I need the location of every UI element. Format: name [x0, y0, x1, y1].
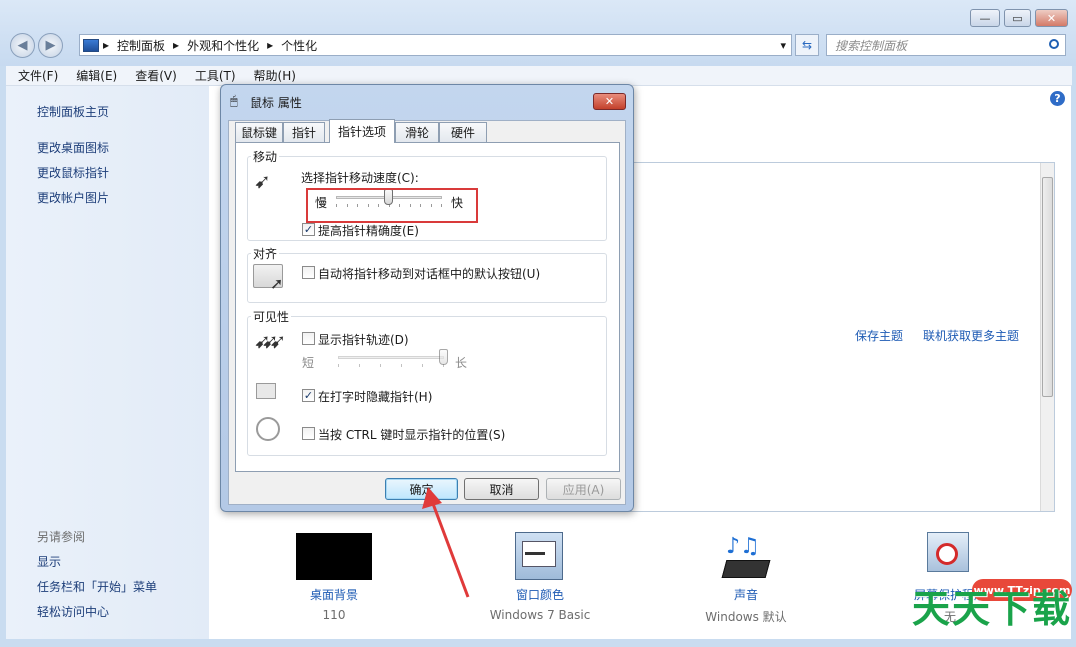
forward-arrow-icon: ▶ — [45, 38, 56, 53]
tab-pointer-options[interactable]: 指针选项 — [329, 119, 395, 143]
close-button[interactable]: ✕ — [1035, 9, 1068, 27]
snap-pointer-icon: ➚ — [270, 274, 284, 293]
link-taskbar-start-menu[interactable]: 任务栏和「开始」菜单 — [37, 578, 157, 595]
show-location-label[interactable]: 当按 CTRL 键时显示指针的位置(S) — [318, 426, 505, 443]
get-more-themes-link[interactable]: 联机获取更多主题 — [923, 327, 1019, 344]
window-color-value: Windows 7 Basic — [489, 608, 591, 622]
breadcrumb-arrow-icon[interactable]: ▸ — [103, 38, 109, 52]
back-button[interactable]: ◀ — [10, 33, 35, 58]
apply-button: 应用(A) — [546, 478, 621, 500]
link-control-panel-home[interactable]: 控制面板主页 — [37, 103, 109, 120]
explorer-titlebar — [0, 0, 1076, 66]
snap-to-checkbox[interactable] — [302, 266, 315, 279]
scrollbar-thumb[interactable] — [1042, 177, 1053, 397]
show-location-icon — [256, 417, 280, 441]
visibility-group-label: 可见性 — [251, 308, 292, 325]
address-dropdown-icon[interactable]: ▾ — [780, 39, 786, 52]
dialog-body: 鼠标键 指针 指针选项 滑轮 硬件 移动 ➹ 选择指针移动速度(C): 慢 快 … — [228, 119, 626, 505]
trails-slider-thumb — [439, 349, 448, 365]
tab-hardware[interactable]: 硬件 — [439, 122, 487, 142]
breadcrumb-arrow-icon[interactable]: ▸ — [267, 38, 273, 52]
mouse-icon: 🖱 — [230, 94, 238, 109]
trails-short-label: 短 — [302, 356, 315, 370]
visibility-group: 可见性 ➹➹➹ 显示指针轨迹(D) 短 长 ✓ 在打字时隐藏指针(H) 当按 C… — [247, 308, 607, 456]
pointer-speed-label: 选择指针移动速度(C): — [301, 171, 419, 185]
link-display[interactable]: 显示 — [37, 553, 61, 570]
theme-list-scrollbar[interactable] — [1040, 163, 1054, 511]
breadcrumb-control-panel[interactable]: 控制面板 — [117, 37, 165, 54]
link-change-account-picture[interactable]: 更改帐户图片 — [37, 189, 109, 206]
link-change-mouse-pointers[interactable]: 更改鼠标指针 — [37, 164, 109, 181]
sound-value: Windows 默认 — [705, 610, 787, 624]
search-icon[interactable] — [1049, 39, 1059, 49]
control-panel-icon — [83, 38, 99, 52]
annotation-arrow — [422, 487, 470, 598]
watermark-brand: 天天下载 — [911, 587, 1072, 631]
help-icon[interactable]: ? — [1050, 91, 1065, 106]
snap-to-label[interactable]: 自动将指针移动到对话框中的默认按钮(U) — [318, 265, 540, 282]
menu-view[interactable]: 查看(V) — [135, 67, 177, 84]
tab-pointers[interactable]: 指针 — [283, 122, 325, 142]
refresh-icon: ⇆ — [801, 38, 813, 52]
trails-slider-ticks — [338, 364, 444, 367]
highlight-box — [306, 188, 478, 223]
breadcrumb-arrow-icon[interactable]: ▸ — [173, 38, 179, 52]
search-input[interactable]: 搜索控制面板 — [826, 34, 1066, 56]
tab-buttons[interactable]: 鼠标键 — [235, 122, 283, 142]
save-theme-link[interactable]: 保存主题 — [855, 327, 903, 344]
see-also-heading: 另请参阅 — [37, 530, 86, 544]
tab-wheel[interactable]: 滑轮 — [395, 122, 439, 142]
show-location-checkbox[interactable] — [302, 427, 315, 440]
sound-link[interactable]: 声音 — [706, 586, 786, 603]
maximize-button[interactable]: ▭ — [1004, 9, 1031, 27]
precision-label[interactable]: 提高指针精确度(E) — [318, 222, 419, 239]
dialog-title: 鼠标 属性 — [250, 96, 302, 110]
motion-group-label: 移动 — [251, 148, 280, 165]
minimize-button[interactable]: — — [970, 9, 1000, 27]
window-color-link[interactable]: 窗口颜色 — [490, 586, 590, 603]
breadcrumb-appearance[interactable]: 外观和个性化 — [187, 37, 259, 54]
back-arrow-icon: ◀ — [17, 38, 28, 53]
pointer-trails-label[interactable]: 显示指针轨迹(D) — [318, 331, 409, 348]
menu-help[interactable]: 帮助(H) — [254, 67, 296, 84]
address-bar[interactable]: ▸ 控制面板 ▸ 外观和个性化 ▸ 个性化 ▾ — [79, 34, 792, 56]
forward-button[interactable]: ▶ — [38, 33, 63, 58]
breadcrumb-personalization[interactable]: 个性化 — [281, 37, 317, 54]
refresh-button[interactable]: ⇆ — [795, 34, 819, 56]
pointer-trails-checkbox[interactable] — [302, 332, 315, 345]
hide-pointer-icon — [256, 383, 276, 399]
trails-slider-track — [338, 356, 444, 359]
desktop-background-value: 110 — [322, 608, 346, 622]
snap-to-group: 对齐 ➚ 自动将指针移动到对话框中的默认按钮(U) — [247, 245, 607, 303]
sound-icon[interactable]: ♪♫ — [721, 534, 771, 580]
search-placeholder: 搜索控制面板 — [835, 38, 908, 53]
window-color-icon[interactable] — [515, 532, 563, 580]
pointer-trails-icon: ➹➹➹ — [254, 329, 286, 353]
trails-long-label: 长 — [455, 356, 468, 370]
left-task-pane: 控制面板主页 更改桌面图标 更改鼠标指针 更改帐户图片 另请参阅 显示 任务栏和… — [6, 86, 209, 639]
dialog-close-button[interactable]: ✕ — [593, 93, 626, 110]
menu-tools[interactable]: 工具(T) — [195, 67, 236, 84]
hide-while-typing-checkbox[interactable]: ✓ — [302, 389, 315, 402]
link-change-desktop-icons[interactable]: 更改桌面图标 — [37, 139, 109, 156]
precision-checkbox[interactable]: ✓ — [302, 223, 315, 236]
screen-saver-icon[interactable] — [927, 532, 969, 572]
menu-bar: 文件(F) 编辑(E) 查看(V) 工具(T) 帮助(H) — [6, 66, 1072, 86]
desktop-background-thumbnail[interactable] — [296, 533, 372, 580]
hide-while-typing-label[interactable]: 在打字时隐藏指针(H) — [318, 388, 432, 405]
menu-edit[interactable]: 编辑(E) — [76, 67, 117, 84]
mouse-properties-dialog: 🖱 鼠标 属性 ✕ 鼠标键 指针 指针选项 滑轮 硬件 移动 ➹ 选择指针移动速… — [220, 84, 634, 512]
pointer-speed-icon: ➹ — [254, 169, 271, 193]
snap-to-group-label: 对齐 — [251, 245, 280, 262]
link-ease-of-access[interactable]: 轻松访问中心 — [37, 603, 109, 620]
menu-file[interactable]: 文件(F) — [18, 67, 58, 84]
desktop-background-link[interactable]: 桌面背景 — [294, 586, 374, 603]
